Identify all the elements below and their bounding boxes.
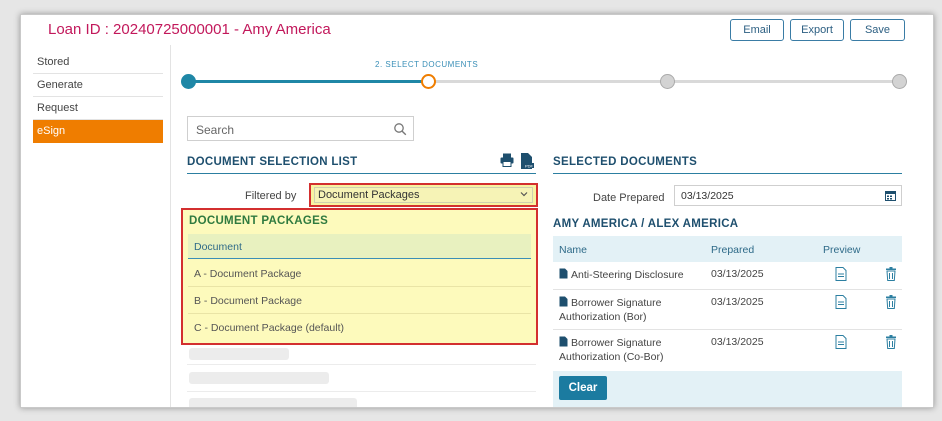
packages-title: DOCUMENT PACKAGES xyxy=(189,215,329,227)
preview-icon[interactable] xyxy=(835,267,847,281)
prepared-date: 03/13/2025 xyxy=(711,296,764,308)
preview-icon[interactable] xyxy=(835,295,847,309)
search-icon xyxy=(394,123,407,136)
email-button[interactable]: Email xyxy=(730,19,784,41)
filter-select[interactable]: Document Packages xyxy=(309,183,538,207)
toolbar: Email Export Save xyxy=(730,19,905,41)
filter-label: Filtered by xyxy=(245,190,297,202)
svg-text:PDF: PDF xyxy=(525,164,534,169)
package-row-label: C - Document Package (default) xyxy=(194,322,344,334)
step-4-dot[interactable] xyxy=(892,74,907,89)
selected-table-footer: Clear xyxy=(553,371,902,407)
document-name: Borrower Signature Authorization (Bor) xyxy=(559,297,662,323)
table-row: Anti-Steering Disclosure 03/13/2025 xyxy=(553,262,902,290)
step-3-dot[interactable] xyxy=(660,74,675,89)
preview-icon[interactable] xyxy=(835,335,847,349)
prepared-date: 03/13/2025 xyxy=(711,268,764,280)
step-1-dot[interactable] xyxy=(181,74,196,89)
package-row[interactable]: B - Document Package xyxy=(188,287,531,314)
document-selection-heading: DOCUMENT SELECTION LIST xyxy=(187,156,358,168)
row-divider xyxy=(187,364,536,365)
document-name: Borrower Signature Authorization (Co-Bor… xyxy=(559,337,664,363)
document-name-cell: Anti-Steering Disclosure xyxy=(559,268,699,282)
document-icon xyxy=(559,336,568,347)
column-prepared: Prepared xyxy=(711,244,755,256)
table-row: Borrower Signature Authorization (Co-Bor… xyxy=(553,330,902,371)
trash-icon[interactable] xyxy=(885,335,897,349)
borrowers-heading: AMY AMERICA / ALEX AMERICA xyxy=(553,218,739,230)
chevron-down-icon xyxy=(520,192,528,197)
search-input[interactable]: Search xyxy=(187,116,414,141)
document-packages-panel: DOCUMENT PACKAGES Document A - Document … xyxy=(181,208,538,345)
step-2-dot[interactable] xyxy=(421,74,436,89)
selected-table-header: Name Prepared Preview xyxy=(553,236,902,262)
app-window: Loan ID : 20240725000001 - Amy America E… xyxy=(20,14,934,408)
package-row-label: B - Document Package xyxy=(194,295,302,307)
left-heading-underline xyxy=(187,173,536,174)
step-label: 2. SELECT DOCUMENTS xyxy=(375,60,479,69)
packages-column-document: Document xyxy=(194,241,242,253)
sidebar-item-esign[interactable]: eSign xyxy=(33,120,163,143)
date-prepared-input[interactable]: 03/13/2025 xyxy=(674,185,902,206)
search-placeholder: Search xyxy=(196,123,235,137)
package-row[interactable]: A - Document Package xyxy=(188,260,531,287)
document-actions: PDF xyxy=(500,153,534,169)
sidebar-item-generate[interactable]: Generate xyxy=(33,74,163,97)
print-icon[interactable] xyxy=(500,153,514,167)
filter-select-value: Document Packages xyxy=(318,189,420,201)
package-row[interactable]: C - Document Package (default) xyxy=(188,314,531,341)
sidebar-item-request[interactable]: Request xyxy=(33,97,163,120)
package-row-label: A - Document Package xyxy=(194,268,302,280)
prepared-date: 03/13/2025 xyxy=(711,336,764,348)
sidebar-divider xyxy=(170,45,171,407)
document-name-cell: Borrower Signature Authorization (Bor) xyxy=(559,296,699,324)
column-preview: Preview xyxy=(823,244,861,256)
column-name: Name xyxy=(559,244,588,256)
right-heading-underline xyxy=(553,173,902,174)
document-icon xyxy=(559,296,568,307)
export-button[interactable]: Export xyxy=(790,19,844,41)
pdf-icon[interactable]: PDF xyxy=(520,153,534,169)
table-row: Borrower Signature Authorization (Bor) 0… xyxy=(553,290,902,330)
packages-header: Document xyxy=(188,234,531,259)
row-divider xyxy=(187,391,536,392)
blurred-row xyxy=(189,372,329,384)
clear-button[interactable]: Clear xyxy=(559,376,607,400)
document-icon xyxy=(559,268,568,279)
trash-icon[interactable] xyxy=(885,267,897,281)
page-title: Loan ID : 20240725000001 - Amy America xyxy=(48,21,331,38)
sidebar: Stored Generate Request eSign xyxy=(33,51,163,143)
document-name-cell: Borrower Signature Authorization (Co-Bor… xyxy=(559,336,699,364)
selected-documents-heading: SELECTED DOCUMENTS xyxy=(553,156,698,168)
sidebar-item-stored[interactable]: Stored xyxy=(33,51,163,74)
blurred-row xyxy=(189,398,357,407)
blurred-row xyxy=(189,348,289,360)
date-prepared-value: 03/13/2025 xyxy=(681,190,734,202)
stepper-progress xyxy=(189,80,429,83)
document-name: Anti-Steering Disclosure xyxy=(571,269,684,281)
date-prepared-label: Date Prepared xyxy=(593,192,665,204)
save-button[interactable]: Save xyxy=(850,19,905,41)
calendar-icon[interactable] xyxy=(885,190,896,201)
trash-icon[interactable] xyxy=(885,295,897,309)
